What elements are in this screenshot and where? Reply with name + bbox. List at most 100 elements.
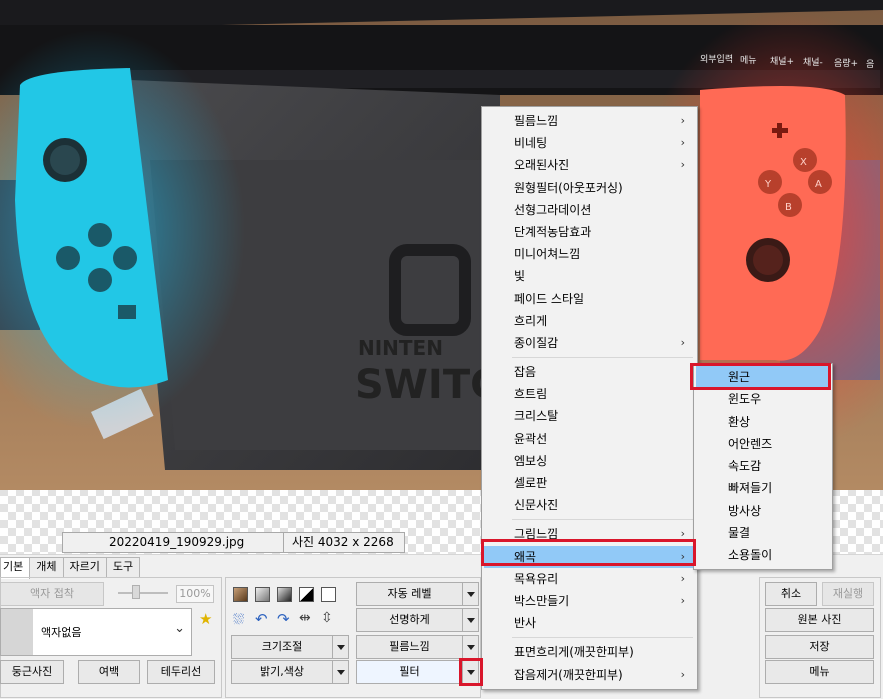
margin-button[interactable]: 여백 [78, 660, 140, 684]
distort-menu-item-7[interactable]: 물결 [696, 522, 830, 544]
flip-icon[interactable]: ⛆ [233, 612, 248, 628]
distort-menu-label: 물결 [728, 526, 751, 541]
original-photo-button[interactable]: 원본 사진 [765, 608, 874, 632]
sepia-icon[interactable] [233, 587, 248, 602]
distort-menu-item-0[interactable]: 원근 [696, 366, 830, 389]
distort-menu-item-4[interactable]: 속도감 [696, 455, 830, 477]
sharpen-button[interactable]: 선명하게 [356, 608, 479, 632]
zoom-slider-thumb[interactable] [132, 585, 140, 599]
menu-separator [512, 637, 693, 639]
tab-basic[interactable]: 기본 [0, 557, 31, 579]
distort-menu-label: 방사상 [728, 503, 762, 518]
filter-menu-label: 표면흐리게(깨끗한피부) [514, 645, 634, 660]
tv-label-vol-up: 음량+ [834, 57, 858, 69]
filter-menu-item-21[interactable]: 왜곡 › [484, 545, 695, 568]
auto-level-dropdown[interactable] [462, 583, 478, 605]
mirror-h-icon[interactable]: ⇹ [299, 610, 314, 626]
distort-menu-label: 빠져들기 [728, 481, 773, 496]
brightness-button[interactable]: 밝기,색상 [231, 660, 349, 684]
save-label: 저장 [809, 640, 830, 653]
film-dropdown[interactable] [462, 636, 478, 658]
filter-menu-item-18[interactable]: 신문사진 [484, 494, 695, 516]
btn-y-text: Y [764, 179, 772, 190]
filter-menu-item-12[interactable]: 잡음 [484, 361, 695, 383]
chevron-right-icon: › [680, 335, 685, 349]
auto-level-button[interactable]: 자동 레벨 [356, 582, 479, 606]
filter-menu-label: 잡음제거(깨끗한피부) [514, 667, 623, 682]
filter-menu-item-14[interactable]: 크리스탈 [484, 405, 695, 427]
dark-icon[interactable] [277, 587, 292, 602]
zoom-value-box[interactable]: 100% [176, 585, 214, 603]
btn-b-text: B [785, 202, 792, 213]
frame-select[interactable]: 액자없음 ⌄ [0, 608, 192, 656]
frame-select-value: 액자없음 [41, 626, 82, 639]
filter-dropdown[interactable] [462, 661, 478, 683]
tab-basic-label: 기본 [3, 560, 24, 573]
brightness-dropdown[interactable] [332, 661, 348, 683]
filter-menu-item-10[interactable]: 종이질감 › [484, 332, 695, 354]
star-icon[interactable]: ★ [199, 610, 212, 628]
filename-box: 20220419_190929.jpg [62, 532, 284, 553]
tab-object[interactable]: 개체 [29, 557, 64, 577]
film-button[interactable]: 필름느낌 [356, 635, 479, 659]
margin-label: 여백 [98, 665, 120, 678]
filter-button[interactable]: 필터 [356, 660, 479, 684]
distort-menu-item-1[interactable]: 윈도우 [696, 388, 830, 410]
rotate-left-icon[interactable]: ↶ [255, 610, 270, 628]
filter-menu-item-22[interactable]: 목욕유리 › [484, 568, 695, 590]
zoom-slider-track[interactable] [118, 592, 168, 594]
filter-menu-item-17[interactable]: 셀로판 [484, 472, 695, 494]
filter-menu-item-27[interactable]: 잡음제거(깨끗한피부) › [484, 664, 695, 686]
filter-menu-item-2[interactable]: 오래된사진 › [484, 154, 695, 176]
filter-menu-label: 선형그라데이션 [514, 202, 592, 217]
resize-button[interactable]: 크기조절 [231, 635, 349, 659]
filter-menu-item-15[interactable]: 윤곽선 [484, 428, 695, 450]
menu-button[interactable]: 메뉴 [765, 660, 874, 684]
filter-menu-item-20[interactable]: 그림느낌 › [484, 523, 695, 545]
redo-button[interactable]: 재실행 [822, 582, 874, 606]
rotate-right-icon[interactable]: ↷ [277, 610, 292, 628]
sharpen-dropdown[interactable] [462, 609, 478, 631]
filter-menu-item-24[interactable]: 반사 [484, 612, 695, 634]
tab-crop[interactable]: 자르기 [62, 557, 107, 577]
distort-menu-item-6[interactable]: 방사상 [696, 500, 830, 522]
distort-menu-item-3[interactable]: 어안렌즈 [696, 433, 830, 455]
resize-dropdown[interactable] [332, 636, 348, 658]
filter-menu-item-1[interactable]: 비네팅 › [484, 132, 695, 154]
distort-menu-item-5[interactable]: 빠져들기 [696, 477, 830, 499]
filter-menu-item-23[interactable]: 박스만들기 › [484, 590, 695, 612]
filter-menu-item-16[interactable]: 엠보싱 [484, 450, 695, 472]
filter-menu-item-5[interactable]: 단계적농담효과 [484, 221, 695, 243]
filter-menu-label: 단계적농담효과 [514, 224, 592, 239]
filter-menu-item-0[interactable]: 필름느낌 › [484, 110, 695, 132]
save-button[interactable]: 저장 [765, 635, 874, 659]
filter-menu-item-9[interactable]: 흐리게 [484, 310, 695, 332]
filter-menu-item-6[interactable]: 미니어쳐느낌 [484, 243, 695, 265]
mirror-v-icon[interactable]: ⇳ [321, 610, 336, 626]
editor-panel: 기본 개체 자르기 도구 액자 접착 100% 액자없음 ⌄ ★ 둥근사진 여백… [0, 554, 883, 699]
tab-bar: 기본 개체 자르기 도구 [0, 557, 141, 579]
invert-icon[interactable] [321, 587, 336, 602]
distort-menu-item-2[interactable]: 환상 [696, 411, 830, 433]
filter-menu-item-26[interactable]: 표면흐리게(깨끗한피부) [484, 641, 695, 663]
cancel-button[interactable]: 취소 [765, 582, 817, 606]
tab-object-label: 개체 [36, 560, 57, 573]
frame-paste-button[interactable]: 액자 접착 [0, 582, 104, 606]
gray-icon[interactable] [255, 587, 270, 602]
filter-menu-item-8[interactable]: 페이드 스타일 [484, 288, 695, 310]
filter-menu-label: 크리스탈 [514, 409, 559, 424]
tab-tools[interactable]: 도구 [105, 557, 141, 577]
border-button[interactable]: 테두리선 [147, 660, 215, 684]
round-photo-button[interactable]: 둥근사진 [0, 660, 64, 684]
filter-menu-item-4[interactable]: 선형그라데이션 [484, 199, 695, 221]
filter-menu-label: 비네팅 [514, 136, 548, 151]
filter-menu-label: 빛 [514, 269, 526, 284]
filter-menu-label: 신문사진 [514, 498, 559, 513]
chevron-right-icon: › [680, 549, 685, 563]
filter-menu-item-7[interactable]: 빛 [484, 265, 695, 287]
filter-menu-item-3[interactable]: 원형필터(아웃포커싱) [484, 177, 695, 199]
filter-menu-item-13[interactable]: 흐트림 [484, 383, 695, 405]
distort-menu-item-8[interactable]: 소용돌이 [696, 544, 830, 566]
contrast-icon[interactable] [299, 587, 314, 602]
filter-menu-label: 흐리게 [514, 313, 548, 328]
